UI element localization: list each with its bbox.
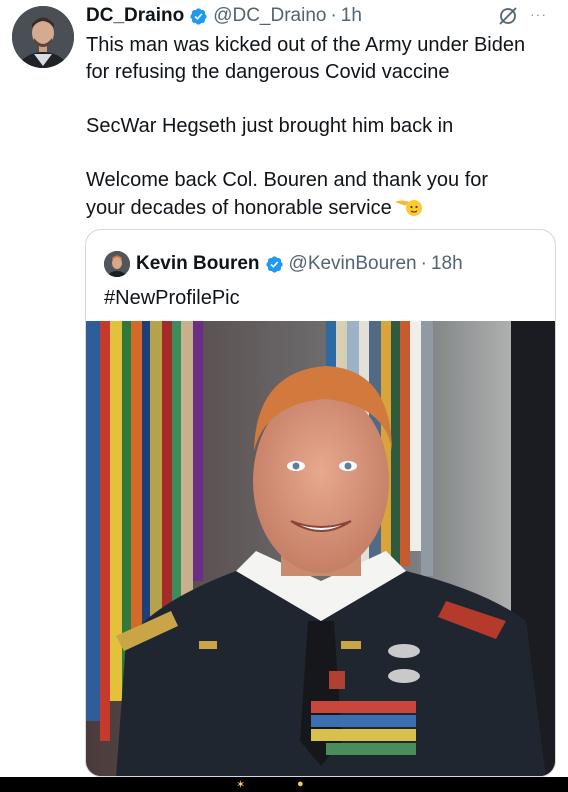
verified-badge-icon xyxy=(189,7,208,26)
tweet-text-line: for refusing the dangerous Covid vaccine xyxy=(86,61,450,83)
author-avatar[interactable] xyxy=(12,6,74,68)
salute-emoji-icon xyxy=(393,194,423,218)
quoted-tweet[interactable]: Kevin Bouren @KevinBouren · 18h #NewProf… xyxy=(85,229,556,777)
author-handle[interactable]: @DC_Draino xyxy=(213,5,326,27)
quoted-tweet-header: Kevin Bouren @KevinBouren · 18h xyxy=(136,250,463,278)
quoted-tweet-text[interactable]: #NewProfilePic xyxy=(104,285,240,312)
tweet-text-line: Welcome back Col. Bouren and thank you f… xyxy=(86,169,489,191)
more-options-icon[interactable]: ··· xyxy=(530,5,556,27)
quoted-author-name[interactable]: Kevin Bouren xyxy=(136,253,260,275)
verified-badge-icon xyxy=(265,255,284,274)
separator-dot: · xyxy=(330,5,337,26)
tweet-text-line: SecWar Hegseth just brought him back in xyxy=(86,115,454,137)
tweet[interactable]: DC_Draino @DC_Draino · 1h ··· This man w… xyxy=(0,0,568,777)
author-name[interactable]: DC_Draino xyxy=(86,5,184,27)
tweet-text-line: This man was kicked out of the Army unde… xyxy=(86,34,526,56)
quoted-author-handle[interactable]: @KevinBouren xyxy=(289,253,417,275)
tweet-text-line-last: your decades of honorable service xyxy=(86,194,556,222)
tweet-text: your decades of honorable service xyxy=(86,197,392,219)
bottom-bar: ✶ ● xyxy=(0,777,568,792)
tweet-timestamp[interactable]: 1h xyxy=(341,5,362,27)
separator-dot: · xyxy=(420,253,427,274)
quoted-author-avatar[interactable] xyxy=(104,251,130,277)
profile-photo[interactable] xyxy=(86,321,555,776)
grok-icon[interactable] xyxy=(497,5,519,27)
sparkle-icon: ✶ xyxy=(236,779,246,791)
quoted-tweet-timestamp[interactable]: 18h xyxy=(431,253,463,275)
tweet-header: DC_Draino @DC_Draino · 1h xyxy=(86,3,362,29)
hand-icon: ● xyxy=(297,778,304,790)
